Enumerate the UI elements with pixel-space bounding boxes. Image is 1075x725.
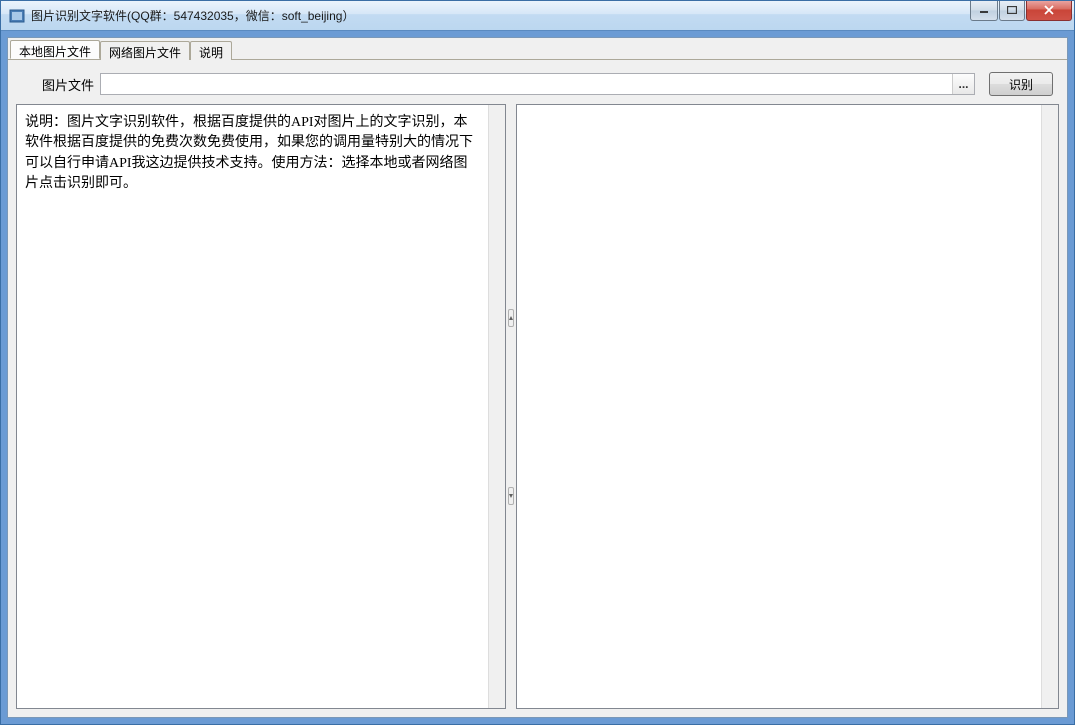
tab-local-image[interactable]: 本地图片文件 (10, 40, 100, 59)
splitter-handle-down[interactable] (508, 487, 514, 505)
left-pane: 说明：图片文字识别软件，根据百度提供的API对图片上的文字识别，本软件根据百度提… (16, 104, 506, 709)
tab-help[interactable]: 说明 (190, 41, 232, 60)
description-text: 说明：图片文字识别软件，根据百度提供的API对图片上的文字识别，本软件根据百度提… (17, 105, 488, 708)
app-icon (9, 8, 25, 24)
titlebar[interactable]: 图片识别文字软件(QQ群：547432035，微信：soft_beijing） (1, 1, 1074, 31)
file-label: 图片文件 (42, 75, 94, 94)
right-scrollbar[interactable] (1041, 105, 1058, 708)
split-panes: 说明：图片文字识别软件，根据百度提供的API对图片上的文字识别，本软件根据百度提… (10, 104, 1065, 715)
app-window: 图片识别文字软件(QQ群：547432035，微信：soft_beijing） … (0, 0, 1075, 725)
minimize-button[interactable] (970, 1, 998, 21)
toolbar: 图片文件 ... 识别 (10, 62, 1065, 104)
client-border: 本地图片文件 网络图片文件 说明 图片文件 ... 识别 说明：图片文字识别软件… (1, 31, 1074, 724)
splitter[interactable] (506, 104, 516, 709)
tab-network-image[interactable]: 网络图片文件 (100, 41, 190, 60)
window-controls (969, 1, 1072, 21)
window-title: 图片识别文字软件(QQ群：547432035，微信：soft_beijing） (31, 7, 969, 24)
result-area (517, 105, 1041, 708)
right-pane (516, 104, 1059, 709)
client-area: 本地图片文件 网络图片文件 说明 图片文件 ... 识别 说明：图片文字识别软件… (7, 37, 1068, 718)
browse-button[interactable]: ... (952, 74, 974, 94)
recognize-button[interactable]: 识别 (989, 72, 1053, 96)
file-input-group: ... (100, 73, 975, 95)
maximize-button[interactable] (999, 1, 1025, 21)
tab-content: 图片文件 ... 识别 说明：图片文字识别软件，根据百度提供的API对图片上的文… (8, 60, 1067, 717)
tab-strip: 本地图片文件 网络图片文件 说明 (8, 38, 1067, 60)
file-path-input[interactable] (101, 74, 952, 94)
left-scrollbar[interactable] (488, 105, 505, 708)
close-button[interactable] (1026, 1, 1072, 21)
splitter-handle-up[interactable] (508, 309, 514, 327)
